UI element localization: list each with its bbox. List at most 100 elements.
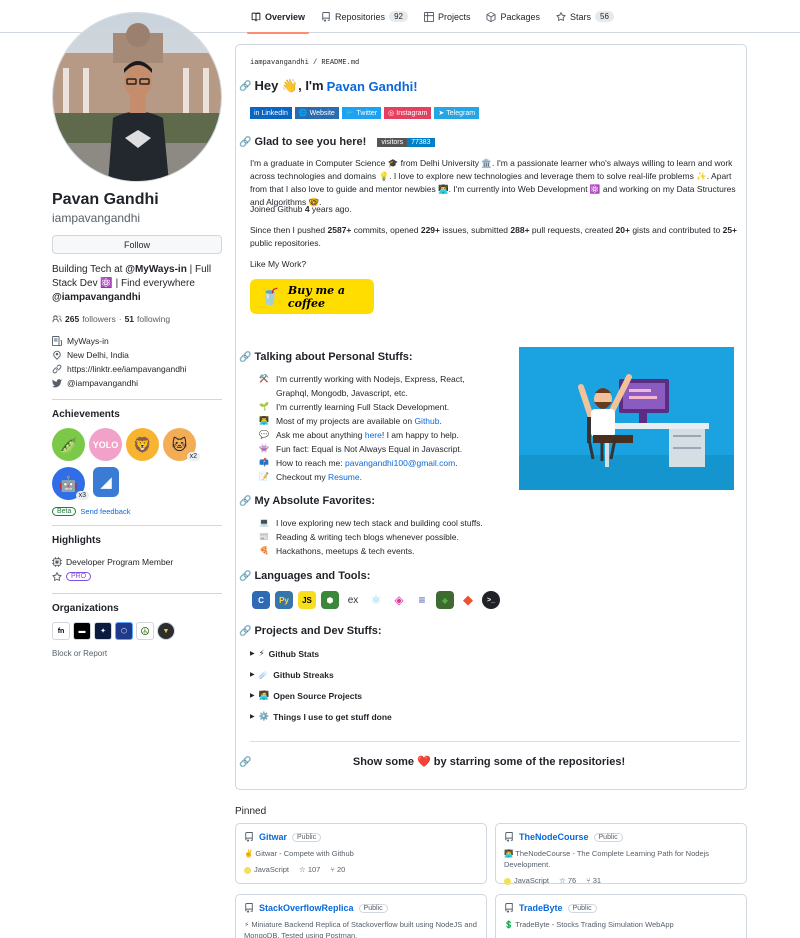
website-badge[interactable]: 🌐 Website <box>294 107 339 119</box>
developer-at-desk-image <box>519 347 734 490</box>
speech-bubble-icon: 💬 <box>259 430 269 439</box>
following-label[interactable]: following <box>137 314 170 324</box>
highlights-title: Highlights <box>52 535 101 546</box>
telegram-badge[interactable]: ➤ Telegram <box>434 107 480 119</box>
repo-name-link[interactable]: TradeByte <box>519 903 563 913</box>
org-avatar-navy[interactable]: ✦ <box>94 622 112 640</box>
anchor-link-icon[interactable]: 🔗 <box>239 352 251 363</box>
repo-name-link[interactable]: StackOverflowReplica <box>259 903 354 913</box>
list-item: 💻 I love exploring new tech stack and bui… <box>258 516 483 530</box>
tab-packages[interactable]: Packages <box>478 0 548 33</box>
resume-link[interactable]: Resume <box>328 472 360 482</box>
anchor-link-icon[interactable]: 🔗 <box>239 137 251 148</box>
readme-path: iampavangandhi / README.md <box>250 59 360 67</box>
org-avatar-gold[interactable]: ▼ <box>157 622 175 640</box>
javascript-icon[interactable]: JS <box>298 591 316 609</box>
achievement-yolo-icon[interactable]: YOLO <box>89 428 122 461</box>
repo-stars[interactable]: ☆ 107 <box>299 865 320 874</box>
coffee-cup-icon: 🥤 <box>260 287 280 306</box>
followers-label[interactable]: followers <box>82 314 116 324</box>
buy-me-a-coffee-button[interactable]: 🥤 Buy me a coffee <box>250 279 374 314</box>
like-my-work: Like My Work? <box>250 259 307 269</box>
anchor-link-icon[interactable]: 🔗 <box>239 626 251 637</box>
graphql-icon[interactable]: ◈ <box>390 591 408 609</box>
list-item: 👨‍💻 Most of my projects are available on … <box>258 414 493 428</box>
repo-meta: JavaScript ☆ 76 ⑂ 31 <box>504 876 738 885</box>
tab-stars[interactable]: Stars 56 <box>548 0 622 33</box>
org-avatar-fn[interactable]: fn <box>52 622 70 640</box>
contrib-text: Since then I pushed <box>250 225 328 235</box>
block-report-link[interactable]: Block or Report <box>52 649 222 658</box>
followers-count[interactable]: 265 <box>65 314 79 324</box>
tab-projects[interactable]: Projects <box>416 0 479 33</box>
anchor-link-icon[interactable]: 🔗 <box>239 496 251 507</box>
pinned-repo-card: TheNodeCourse Public 👨‍💻 TheNodeCourse -… <box>495 823 747 885</box>
details-github-streaks[interactable]: ▶ ☄️ Github Streaks <box>250 669 334 680</box>
anchor-link-icon[interactable]: 🔗 <box>239 571 251 582</box>
bio-company-mention[interactable]: @MyWays-in <box>125 264 187 275</box>
favorites-title: My Absolute Favorites: <box>254 495 376 507</box>
twitter-badge[interactable]: 🐦 Twitter <box>341 107 382 119</box>
tab-repositories[interactable]: Repositories 92 <box>313 0 416 33</box>
details-summary: Things I use to get stuff done <box>273 711 392 722</box>
tools-icon: ⚒️ <box>259 374 269 383</box>
python-icon[interactable]: Py <box>275 591 293 609</box>
followers-row: 265 followers · 51 following <box>52 314 222 324</box>
visitors-badge: visitors 77383 <box>377 137 435 147</box>
language-color-dot <box>244 866 251 874</box>
org-avatar-dark[interactable]: ▬ <box>73 622 91 640</box>
avatar[interactable]: 🧑‍💻 <box>52 12 222 182</box>
repo-name-link[interactable]: Gitwar <box>259 832 287 842</box>
readme-user-link[interactable]: iampavangandhi <box>250 59 309 67</box>
stars-count: 107 <box>307 865 321 874</box>
repo-forks[interactable]: ⑂ 20 <box>330 865 345 874</box>
repo-forks[interactable]: ⑂ 31 <box>586 876 601 885</box>
location-icon <box>52 350 62 360</box>
nodejs-icon[interactable]: ⬢ <box>321 591 339 609</box>
list-item: 📫 How to reach me: pavangandhi100@gmail.c… <box>258 456 493 470</box>
org-avatar-green[interactable]: ☮ <box>136 622 154 640</box>
c-icon[interactable]: C <box>252 591 270 609</box>
react-icon[interactable]: ⚛ <box>367 591 385 609</box>
profile-fullname: Pavan Gandhi <box>52 191 159 208</box>
send-feedback-link[interactable]: Send feedback <box>80 507 130 516</box>
achievement-robot-icon[interactable]: 🤖 x3 <box>52 467 89 500</box>
email-link[interactable]: pavangandhi100@gmail.com <box>345 458 455 468</box>
pro-row: PRO <box>52 569 222 584</box>
achievement-arctic-vault-icon[interactable]: ◢ <box>93 467 119 497</box>
twitter-link[interactable]: @iampavangandhi <box>67 378 138 388</box>
org-avatar-blue[interactable]: ⬡ <box>115 622 133 640</box>
bio-user-mention[interactable]: @iampavangandhi <box>52 292 141 303</box>
achievement-pair-extraordinaire-icon[interactable]: 🫛 <box>52 428 85 461</box>
tab-overview[interactable]: Overview <box>243 0 313 34</box>
languages-heading: 🔗 Languages and Tools: <box>239 570 370 582</box>
mongodb-icon[interactable]: ◆ <box>436 591 454 609</box>
achievement-quickdraw-icon[interactable]: 🐱 x2 <box>163 428 200 461</box>
github-link[interactable]: Github <box>414 416 439 426</box>
repo-stars[interactable]: ☆ 76 <box>559 876 576 885</box>
terminal-icon[interactable]: >_ <box>482 591 500 609</box>
issues-count: 229+ <box>420 225 440 235</box>
express-icon[interactable]: ex <box>344 591 362 609</box>
avatar-photo <box>53 13 221 181</box>
details-github-stats[interactable]: ▶ ⚡ Github Stats <box>250 648 319 659</box>
linkedin-badge[interactable]: in LinkedIn <box>250 107 292 119</box>
database-icon[interactable]: ≡ <box>413 591 431 609</box>
list-item: 👾 Fun fact: Equal is Not Always Equal in … <box>258 442 493 456</box>
website-link[interactable]: https://linktr.ee/iampavangandhi <box>67 364 187 374</box>
repo-name-link[interactable]: TheNodeCourse <box>519 832 589 842</box>
joined-text: years ago. <box>309 204 352 214</box>
social-badges: in LinkedIn 🌐 Website 🐦 Twitter ◎ Instagram … <box>250 107 480 119</box>
details-open-source[interactable]: ▶ 🧑‍💻 Open Source Projects <box>250 690 362 701</box>
anchor-link-icon[interactable]: 🔗 <box>239 81 251 92</box>
achievement-pull-shark-icon[interactable]: 🦁 <box>126 428 159 461</box>
status-emoji-icon[interactable]: 🧑‍💻 <box>198 154 220 176</box>
heading-name-link[interactable]: Pavan Gandhi! <box>327 79 418 94</box>
git-icon[interactable]: ◆ <box>459 591 477 609</box>
details-things-i-use[interactable]: ▶ ⚙️ Things I use to get stuff done <box>250 711 392 722</box>
repos-count: 25+ <box>722 225 738 235</box>
ask-here-link[interactable]: here <box>365 430 382 440</box>
following-count[interactable]: 51 <box>125 314 134 324</box>
instagram-badge[interactable]: ◎ Instagram <box>384 107 432 119</box>
follow-button[interactable]: Follow <box>52 235 222 254</box>
